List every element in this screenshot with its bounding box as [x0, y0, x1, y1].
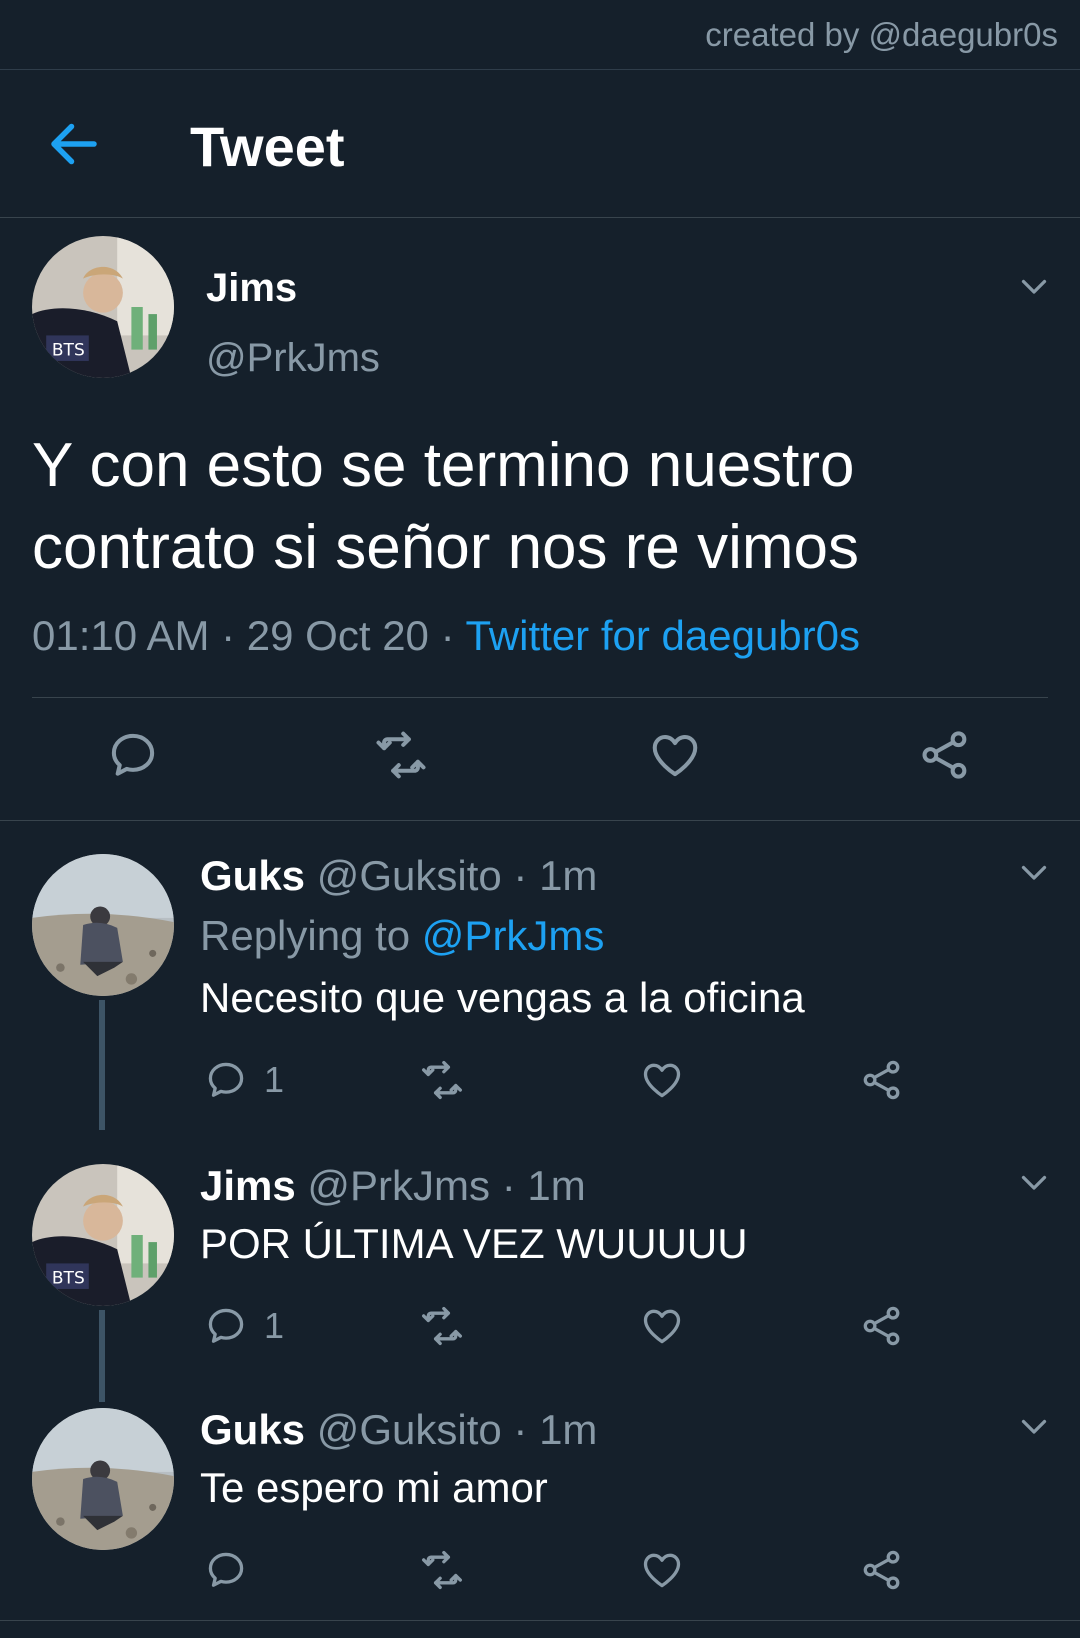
reply-timestamp: · 1m: [501, 1162, 586, 1209]
reply-timestamp: · 1m: [513, 852, 598, 899]
reply-count: 1: [264, 1059, 285, 1100]
reply-icon: [204, 1304, 248, 1348]
reply-author-name[interactable]: Guks: [200, 852, 305, 899]
replying-to-label: Replying to: [200, 912, 411, 959]
chevron-down-icon: [1016, 1408, 1052, 1444]
main-tweet-more-button[interactable]: [1016, 268, 1052, 304]
reply-author-handle[interactable]: @Guksito: [317, 852, 502, 899]
back-button[interactable]: [44, 114, 104, 174]
divider: [32, 697, 1048, 698]
avatar-reply-2[interactable]: [32, 1164, 174, 1306]
reply-1-like-button[interactable]: [640, 1058, 684, 1102]
reply-icon: [204, 1548, 248, 1592]
reply-2-share-button[interactable]: [860, 1304, 904, 1348]
avatar-main-tweet[interactable]: [32, 236, 174, 378]
chevron-down-icon: [1016, 268, 1052, 304]
reply-1-more-button[interactable]: [1016, 854, 1052, 890]
heart-icon: [640, 1548, 684, 1592]
main-retweet-button[interactable]: [374, 728, 428, 782]
reply-3-reply-button[interactable]: [204, 1548, 264, 1592]
retweet-icon: [420, 1304, 464, 1348]
reply-timestamp: · 1m: [513, 1406, 598, 1453]
avatar-reply-1[interactable]: [32, 854, 174, 996]
divider: [0, 1620, 1080, 1621]
chevron-down-icon: [1016, 1164, 1052, 1200]
divider: [0, 820, 1080, 821]
share-icon: [860, 1548, 904, 1592]
reply-2-text: POR ÚLTIMA VEZ WUUUUU: [200, 1220, 748, 1267]
avatar-reply-3[interactable]: [32, 1408, 174, 1550]
reply-3-header: Guks @Guksito · 1m: [200, 1406, 597, 1454]
main-tweet-author-name[interactable]: Jims: [206, 266, 297, 311]
meta-separator: ·: [428, 612, 466, 659]
share-icon: [860, 1058, 904, 1102]
reply-count: 1: [264, 1305, 285, 1346]
reply-2-header: Jims @PrkJms · 1m: [200, 1162, 586, 1210]
share-icon: [918, 728, 972, 782]
reply-2-like-button[interactable]: [640, 1304, 684, 1348]
arrow-left-icon: [51, 123, 97, 165]
replying-to: Replying to @PrkJms: [200, 912, 604, 960]
watermark-credit: created by @daegubr0s: [705, 16, 1058, 53]
main-tweet-author-handle[interactable]: @PrkJms: [206, 336, 380, 381]
reply-author-handle[interactable]: @PrkJms: [307, 1162, 490, 1209]
share-icon: [860, 1304, 904, 1348]
reply-1-header: Guks @Guksito · 1m: [200, 852, 597, 900]
reply-3-share-button[interactable]: [860, 1548, 904, 1592]
reply-3-retweet-button[interactable]: [420, 1548, 464, 1592]
tweet-source-link[interactable]: Twitter for daegubr0s: [465, 612, 860, 659]
retweet-icon: [420, 1548, 464, 1592]
main-tweet-text: Y con esto se termino nuestro contrato s…: [32, 431, 860, 582]
main-tweet-meta: 01:10 AM · 29 Oct 20 · Twitter for daegu…: [32, 612, 860, 660]
reply-icon: [204, 1058, 248, 1102]
reply-1-share-button[interactable]: [860, 1058, 904, 1102]
reply-1-retweet-button[interactable]: [420, 1058, 464, 1102]
top-bar: created by @daegubr0s: [0, 0, 1080, 70]
meta-separator: ·: [209, 612, 247, 659]
reply-3-more-button[interactable]: [1016, 1408, 1052, 1444]
tweet-date: 29 Oct 20: [246, 612, 429, 659]
replying-to-mention[interactable]: @PrkJms: [422, 912, 605, 959]
reply-3-text: Te espero mi amor: [200, 1464, 548, 1511]
heart-icon: [640, 1058, 684, 1102]
retweet-icon: [374, 728, 428, 782]
thread-connector: [99, 1310, 105, 1402]
reply-2-reply-button[interactable]: 1: [204, 1304, 284, 1348]
reply-author-name[interactable]: Jims: [200, 1162, 296, 1209]
reply-2-retweet-button[interactable]: [420, 1304, 464, 1348]
heart-icon: [640, 1304, 684, 1348]
retweet-icon: [420, 1058, 464, 1102]
reply-1-text: Necesito que vengas a la oficina: [200, 974, 805, 1021]
reply-3-like-button[interactable]: [640, 1548, 684, 1592]
reply-author-handle[interactable]: @Guksito: [317, 1406, 502, 1453]
tweet-time: 01:10 AM: [32, 612, 210, 659]
thread-connector: [99, 1000, 105, 1130]
header: Tweet: [0, 70, 1080, 218]
heart-icon: [648, 728, 702, 782]
main-like-button[interactable]: [648, 728, 702, 782]
main-share-button[interactable]: [918, 728, 972, 782]
reply-author-name[interactable]: Guks: [200, 1406, 305, 1453]
reply-icon: [106, 728, 160, 782]
reply-2-more-button[interactable]: [1016, 1164, 1052, 1200]
reply-1-reply-button[interactable]: 1: [204, 1058, 284, 1102]
chevron-down-icon: [1016, 854, 1052, 890]
main-reply-button[interactable]: [106, 728, 160, 782]
page-title: Tweet: [190, 115, 345, 178]
